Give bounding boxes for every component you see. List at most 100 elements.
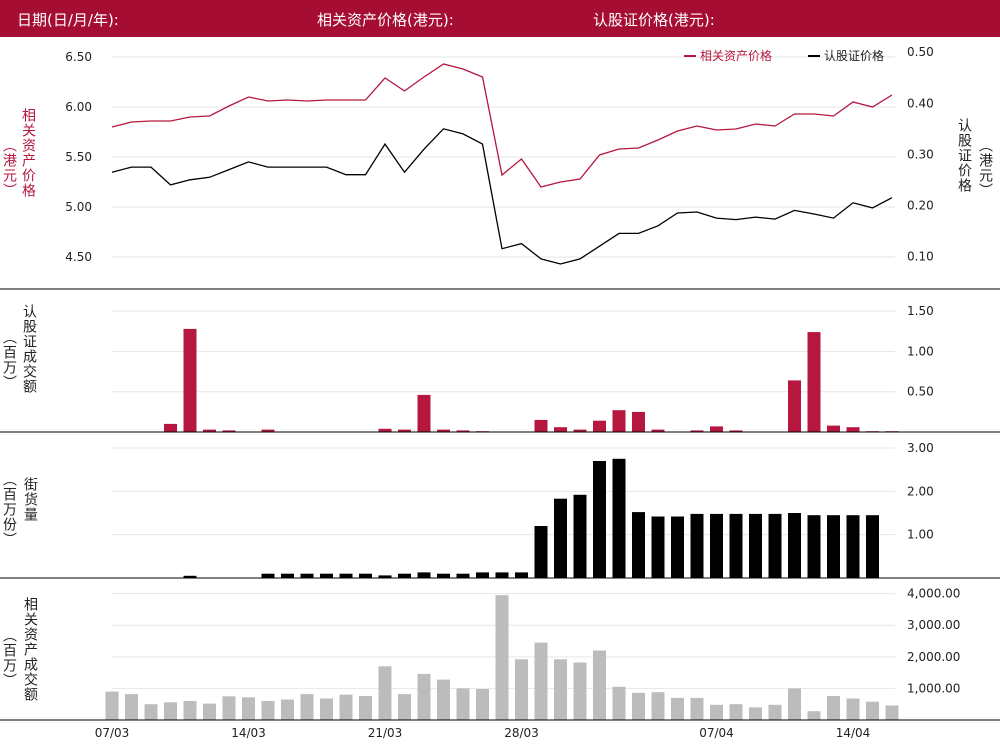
x-tick-label: 14/03 (231, 726, 266, 740)
outstanding-bar (866, 515, 879, 578)
underlying-turnover-bar (593, 650, 606, 720)
warrant-turnover-bar (827, 425, 840, 432)
outstanding-bar (768, 513, 782, 578)
underlying-turnover-bar (573, 662, 587, 720)
warrant-turnover-bar (807, 332, 821, 432)
header-bar: 日期(日/月/年): 相关资产价格(港元): 认股证价格(港元): (0, 0, 1000, 37)
outstanding-bar (300, 573, 314, 578)
underlying-turnover-bar (710, 704, 723, 720)
warrant-turnover-bar (632, 411, 645, 432)
underlying-turnover-bar (827, 696, 840, 720)
warrant-price-line (111, 128, 893, 265)
x-tick-label: 07/04 (699, 726, 734, 740)
underlying-turnover-bar (183, 701, 197, 720)
warrant-turnover-bar (788, 380, 801, 432)
outstanding-bar (690, 513, 704, 578)
outstanding-bar (749, 513, 762, 578)
x-tick-label: 21/03 (368, 726, 403, 740)
underlying-turnover-bar (476, 689, 489, 720)
underlying-turnover-bar (495, 595, 509, 720)
outstanding-bar (320, 573, 333, 578)
underlying-turnover-bar (807, 711, 821, 720)
outstanding-bar (261, 573, 275, 578)
underlying-turnover-bar (749, 707, 762, 720)
outstanding-bar (398, 573, 411, 578)
outstanding-bar (671, 516, 684, 578)
left-price-tick-label: 4.50 (65, 250, 92, 264)
outstanding-bar (417, 572, 431, 578)
underlying-turnover-bar (885, 705, 899, 720)
x-tick-label: 07/03 (95, 726, 130, 740)
right-price-tick-label: 0.10 (907, 249, 934, 263)
x-tick-label: 14/04 (836, 726, 871, 740)
left-price-tick-label: 6.50 (65, 50, 92, 64)
underlying-turnover-bar (417, 673, 431, 720)
left-price-tick-label: 5.00 (65, 200, 92, 214)
outstanding-bar (573, 494, 587, 578)
outstanding-bar (281, 573, 294, 578)
right-price-tick-label: 0.40 (907, 96, 934, 110)
outstanding-bar (359, 573, 372, 578)
underlying-turnover-bar (788, 688, 801, 720)
outstanding-tick-label: 1.00 (907, 528, 934, 542)
underlying-turnover-bar (164, 702, 177, 720)
underlying-turnover-bar (632, 692, 645, 720)
underlying-turnover-bar (105, 691, 119, 720)
warrant-turnover-tick-label: 0.50 (907, 385, 934, 399)
underlying-turnover-bar (339, 694, 353, 720)
right-price-tick-label: 0.20 (907, 198, 934, 212)
date-label: 日期(日/月/年): (17, 11, 119, 29)
outstanding-bar (593, 461, 606, 578)
right-price-tick-label: 0.30 (907, 147, 934, 161)
underlying-turnover-bar (651, 692, 665, 720)
warrant-turnover-bar (846, 427, 860, 432)
underlying-turnover-bar (515, 659, 528, 720)
warrant-turnover-bar (417, 394, 431, 432)
outstanding-bar (437, 573, 450, 578)
x-tick-label: 28/03 (504, 726, 539, 740)
underlying-turnover-bar (261, 701, 275, 720)
outstanding-bar (456, 573, 470, 578)
outstanding-tick-label: 2.00 (907, 484, 934, 498)
warrant-price-label: 认股证价格(港元): (593, 11, 715, 29)
underlying-turnover-bar (300, 694, 314, 720)
legend-warrant-label: 认股证价格 (824, 48, 884, 63)
warrant-turnover-tick-label: 1.00 (907, 344, 934, 358)
underlying-turnover-bar (359, 696, 372, 720)
outstanding-bar (788, 513, 801, 578)
underlying-turnover-bar (281, 699, 294, 720)
warrant-turnover-bar (554, 427, 567, 432)
underlying-turnover-bar (554, 659, 567, 720)
outstanding-bar (807, 515, 821, 578)
underlying-turnover-bar (125, 694, 138, 720)
outstanding-bar (846, 515, 860, 578)
legend-underlying-label: 相关资产价格 (700, 48, 772, 63)
underlying-turnover-tick-label: 3,000.00 (907, 618, 960, 632)
underlying-turnover-bar (612, 686, 626, 720)
left-price-tick-label: 5.50 (65, 150, 92, 164)
warrant-turnover-bar (612, 410, 626, 432)
warrant-turnover-bar (164, 423, 177, 432)
outstanding-bar (612, 458, 626, 578)
outstanding-bar (651, 516, 665, 578)
right-price-tick-label: 0.50 (907, 45, 934, 59)
outstanding-bar (729, 513, 743, 578)
outstanding-bar (710, 513, 723, 578)
underlying-turnover-bar (729, 704, 743, 720)
underlying-price-label: 相关资产价格(港元): (317, 11, 454, 29)
warrant-turnover-bar (534, 419, 548, 432)
outstanding-tick-label: 3.00 (907, 441, 934, 455)
outstanding-bar (339, 573, 353, 578)
underlying-turnover-tick-label: 2,000.00 (907, 650, 960, 664)
underlying-turnover-bar (690, 697, 704, 720)
outstanding-bar (632, 512, 645, 578)
outstanding-bar (495, 572, 509, 578)
underlying-turnover-bar (671, 697, 684, 720)
left-price-tick-label: 6.00 (65, 100, 92, 114)
underlying-turnover-tick-label: 4,000.00 (907, 587, 960, 601)
underlying-turnover-bar (144, 704, 158, 720)
outstanding-bar (476, 572, 489, 578)
underlying-turnover-bar (456, 688, 470, 720)
warrant-chart: 4.50 5.00 5.50 6.00 6.50 0.10 0.20 0.30 0.40 0.50… (0, 45, 1000, 740)
underlying-turnover-bar (320, 698, 333, 720)
